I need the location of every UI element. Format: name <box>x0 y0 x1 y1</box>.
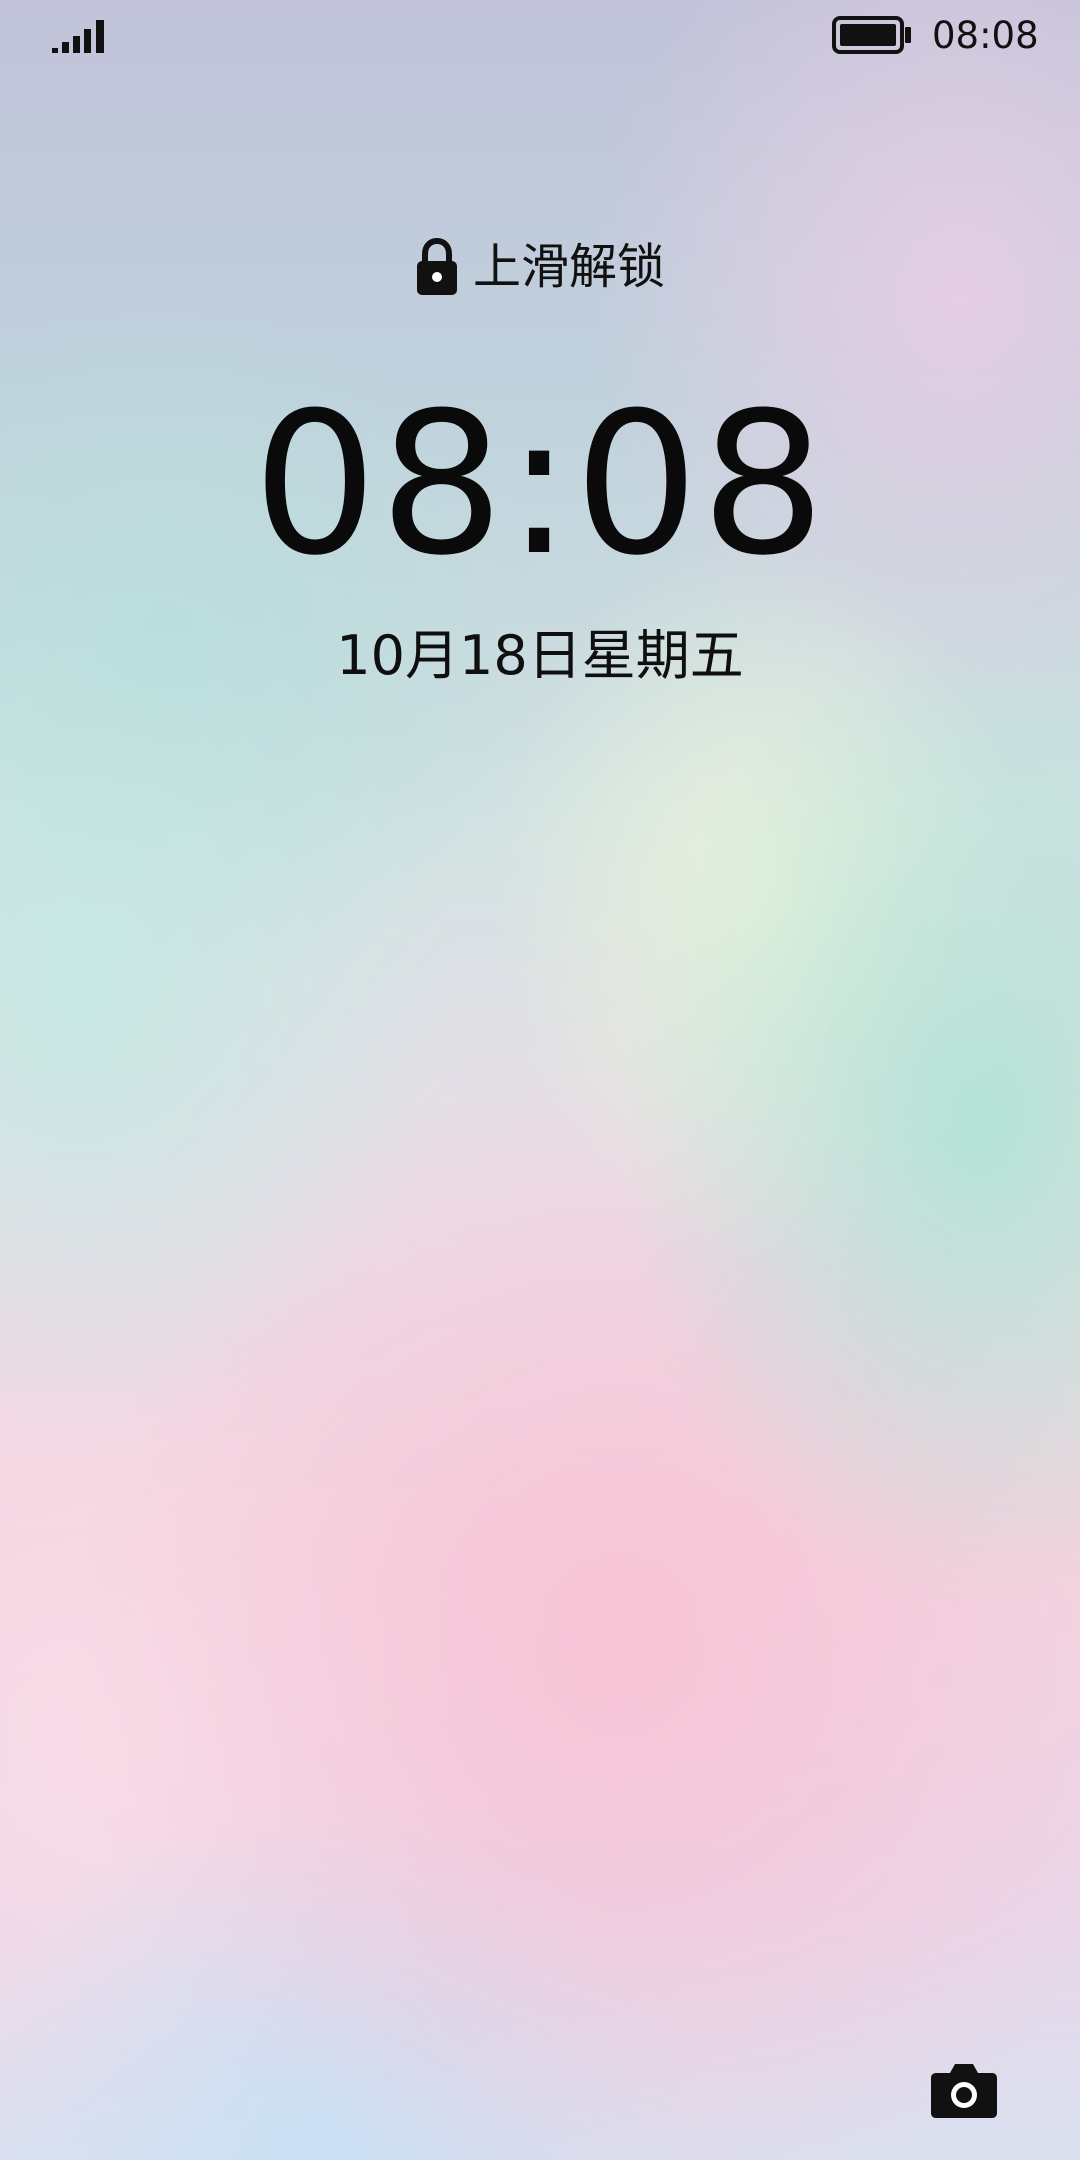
lock-icon <box>416 237 457 295</box>
unlock-hint-text: 上滑解锁 <box>472 239 665 295</box>
signal-icon <box>52 20 104 53</box>
status-time: 08:08 <box>932 14 1039 57</box>
status-bar: 08:08 <box>0 0 1080 72</box>
lockscreen-wallpaper <box>0 0 1080 2160</box>
lockscreen-clock: 08:08 <box>252 371 828 599</box>
lockscreen-date: 10月18日星期五 <box>336 624 744 687</box>
unlock-hint: 上滑解锁 <box>0 232 1080 302</box>
battery-full-icon <box>832 16 911 54</box>
camera-shortcut-button[interactable] <box>922 2050 1006 2130</box>
camera-icon <box>931 2064 997 2118</box>
